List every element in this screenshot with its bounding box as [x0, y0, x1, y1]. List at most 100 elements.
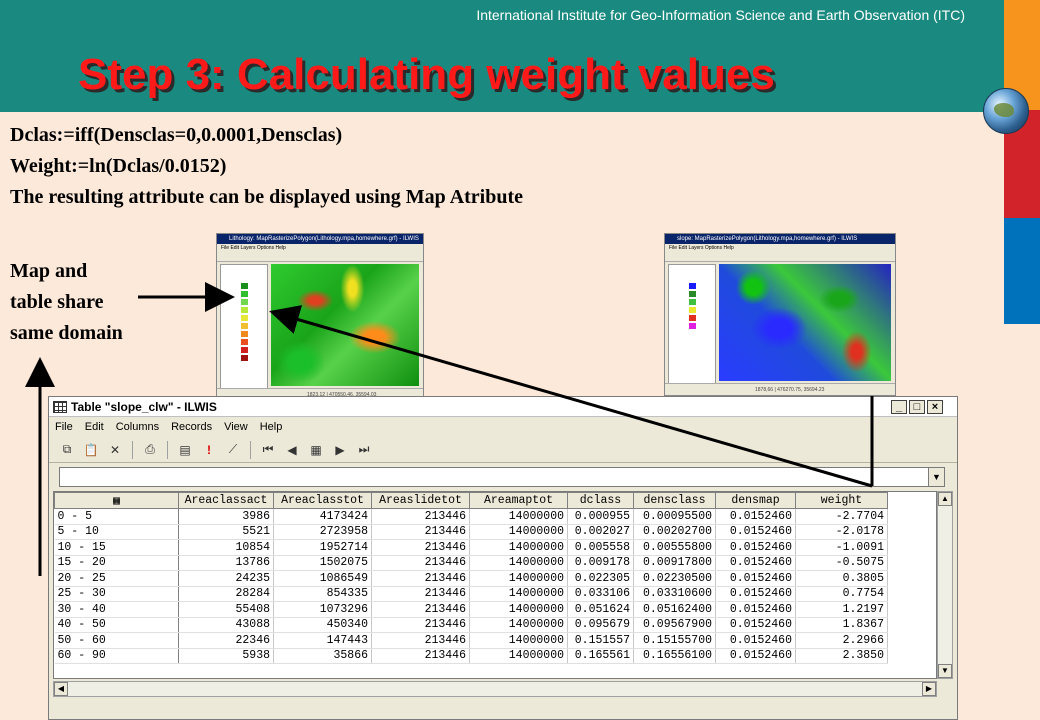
table-cell[interactable]: 14000000: [469, 508, 568, 525]
exclamation-icon[interactable]: !: [199, 440, 219, 460]
table-cell[interactable]: 22346: [178, 632, 274, 649]
table-cell[interactable]: 14000000: [469, 617, 568, 633]
menu-help[interactable]: Help: [260, 421, 283, 433]
table-row[interactable]: 40 - 50 43088 450340 213446 14000000 0.095679…: [54, 617, 888, 633]
table-cell[interactable]: 10854: [178, 539, 274, 556]
table-cell[interactable]: 450340: [273, 617, 372, 633]
column-header[interactable]: dclass: [567, 492, 634, 509]
table-cell[interactable]: 14000000: [469, 586, 568, 602]
table-cell[interactable]: 213446: [371, 601, 470, 618]
table-cell[interactable]: 0.00202700: [633, 524, 716, 540]
table-cell[interactable]: -1.0091: [795, 539, 888, 556]
scroll-up-icon[interactable]: ▲: [938, 492, 952, 506]
table-cell[interactable]: 0.022305: [567, 570, 634, 587]
row-key[interactable]: 30 - 40: [54, 601, 179, 618]
properties-icon[interactable]: ▤: [175, 440, 195, 460]
column-header[interactable]: Areaslidetot: [371, 492, 470, 509]
table-row[interactable]: 10 - 15 10854 1952714 213446 14000000 0.00555…: [54, 539, 888, 556]
table-cell[interactable]: 147443: [273, 632, 372, 649]
table-cell[interactable]: 1.2197: [795, 601, 888, 618]
table-cell[interactable]: 14000000: [469, 570, 568, 587]
map-window-thumbnail-left[interactable]: Lithology: MapRasterizePolygon(Lithology…: [216, 233, 424, 401]
column-header[interactable]: weight: [795, 492, 888, 509]
command-input[interactable]: ▼: [59, 467, 945, 487]
table-cell[interactable]: 14000000: [469, 632, 568, 649]
column-header[interactable]: densmap: [715, 492, 796, 509]
menu-file[interactable]: File: [55, 421, 73, 433]
table-cell[interactable]: 0.00555800: [633, 539, 716, 556]
table-cell[interactable]: 0.7754: [795, 586, 888, 602]
row-key[interactable]: 0 - 5: [54, 508, 179, 525]
table-cell[interactable]: 0.0152460: [715, 524, 796, 540]
table-cell[interactable]: 0.009178: [567, 555, 634, 571]
table-row[interactable]: 15 - 20 13786 1502075 213446 14000000 0.00917…: [54, 555, 888, 571]
table-cell[interactable]: 28284: [178, 586, 274, 602]
table-view-icon[interactable]: ▦: [306, 440, 326, 460]
row-key[interactable]: 10 - 15: [54, 539, 179, 556]
table-cell[interactable]: 0.033106: [567, 586, 634, 602]
table-cell[interactable]: 24235: [178, 570, 274, 587]
table-cell[interactable]: 0.0152460: [715, 570, 796, 587]
table-cell[interactable]: 0.05162400: [633, 601, 716, 618]
table-cell[interactable]: 213446: [371, 508, 470, 525]
delete-icon[interactable]: ✕: [105, 440, 125, 460]
table-cell[interactable]: 213446: [371, 524, 470, 540]
table-cell[interactable]: 0.3805: [795, 570, 888, 587]
table-row[interactable]: 0 - 5 3986 4173424 213446 14000000 0.000955 0.…: [54, 508, 888, 525]
slope-map[interactable]: [271, 264, 419, 386]
table-cell[interactable]: 0.151557: [567, 632, 634, 649]
table-cell[interactable]: 0.005558: [567, 539, 634, 556]
menu-edit[interactable]: Edit: [85, 421, 104, 433]
table-cell[interactable]: 1952714: [273, 539, 372, 556]
table-cell[interactable]: 213446: [371, 617, 470, 633]
column-header[interactable]: Areamaptot: [469, 492, 568, 509]
table-cell[interactable]: 14000000: [469, 555, 568, 571]
column-header[interactable]: Areaclasstot: [273, 492, 372, 509]
table-cell[interactable]: 213446: [371, 570, 470, 587]
menu-view[interactable]: View: [224, 421, 248, 433]
table-cell[interactable]: 1.8367: [795, 617, 888, 633]
table-cell[interactable]: 0.0152460: [715, 632, 796, 649]
row-key[interactable]: 50 - 60: [54, 632, 179, 649]
table-cell[interactable]: 0.0152460: [715, 539, 796, 556]
table-cell[interactable]: 2.2966: [795, 632, 888, 649]
table-cell[interactable]: 43088: [178, 617, 274, 633]
table-cell[interactable]: 0.0152460: [715, 508, 796, 525]
scroll-down-icon[interactable]: ▼: [938, 664, 952, 678]
table-row[interactable]: 50 - 60 22346 147443 213446 14000000 0.151557…: [54, 632, 888, 649]
table-cell[interactable]: 0.02230500: [633, 570, 716, 587]
next-record-icon[interactable]: ▶: [330, 440, 350, 460]
table-row[interactable]: 30 - 40 55408 1073296 213446 14000000 0.05162…: [54, 601, 888, 618]
table-cell[interactable]: 0.0152460: [715, 601, 796, 618]
table-cell[interactable]: 2723958: [273, 524, 372, 540]
table-cell[interactable]: 0.09567900: [633, 617, 716, 633]
table-cell[interactable]: 213446: [371, 632, 470, 649]
column-header[interactable]: Areaclassact: [178, 492, 274, 509]
previous-record-icon[interactable]: ◀: [282, 440, 302, 460]
table-row[interactable]: 20 - 25 24235 1086549 213446 14000000 0.02230…: [54, 570, 888, 587]
chevron-down-icon[interactable]: ▼: [928, 468, 944, 486]
table-cell[interactable]: 1086549: [273, 570, 372, 587]
table-cell[interactable]: 213446: [371, 586, 470, 602]
copy-icon[interactable]: ⧉: [57, 440, 77, 460]
table-cell[interactable]: 55408: [178, 601, 274, 618]
menu-records[interactable]: Records: [171, 421, 212, 433]
table-cell[interactable]: 0.03310600: [633, 586, 716, 602]
row-key[interactable]: 60 - 90: [54, 648, 179, 664]
table-cell[interactable]: 35866: [273, 648, 372, 664]
table-cell[interactable]: 5521: [178, 524, 274, 540]
row-key[interactable]: 15 - 20: [54, 555, 179, 571]
close-button[interactable]: ×: [927, 399, 943, 414]
table-cell[interactable]: -2.7704: [795, 508, 888, 525]
table-cell[interactable]: 13786: [178, 555, 274, 571]
table-cell[interactable]: 0.0152460: [715, 555, 796, 571]
print-icon[interactable]: ⎙: [140, 440, 160, 460]
table-row[interactable]: 60 - 90 5938 35866 213446 14000000 0.165561 0.…: [54, 648, 888, 664]
table-cell[interactable]: 0.0152460: [715, 648, 796, 664]
scroll-left-icon[interactable]: ◀: [54, 682, 68, 696]
table-cell[interactable]: 213446: [371, 555, 470, 571]
table-cell[interactable]: 0.00095500: [633, 508, 716, 525]
table-cell[interactable]: 854335: [273, 586, 372, 602]
map-window-thumbnail-right[interactable]: slope: MapRasterizePolygon(Lithology.mpa…: [664, 233, 896, 396]
table-cell[interactable]: 0.165561: [567, 648, 634, 664]
